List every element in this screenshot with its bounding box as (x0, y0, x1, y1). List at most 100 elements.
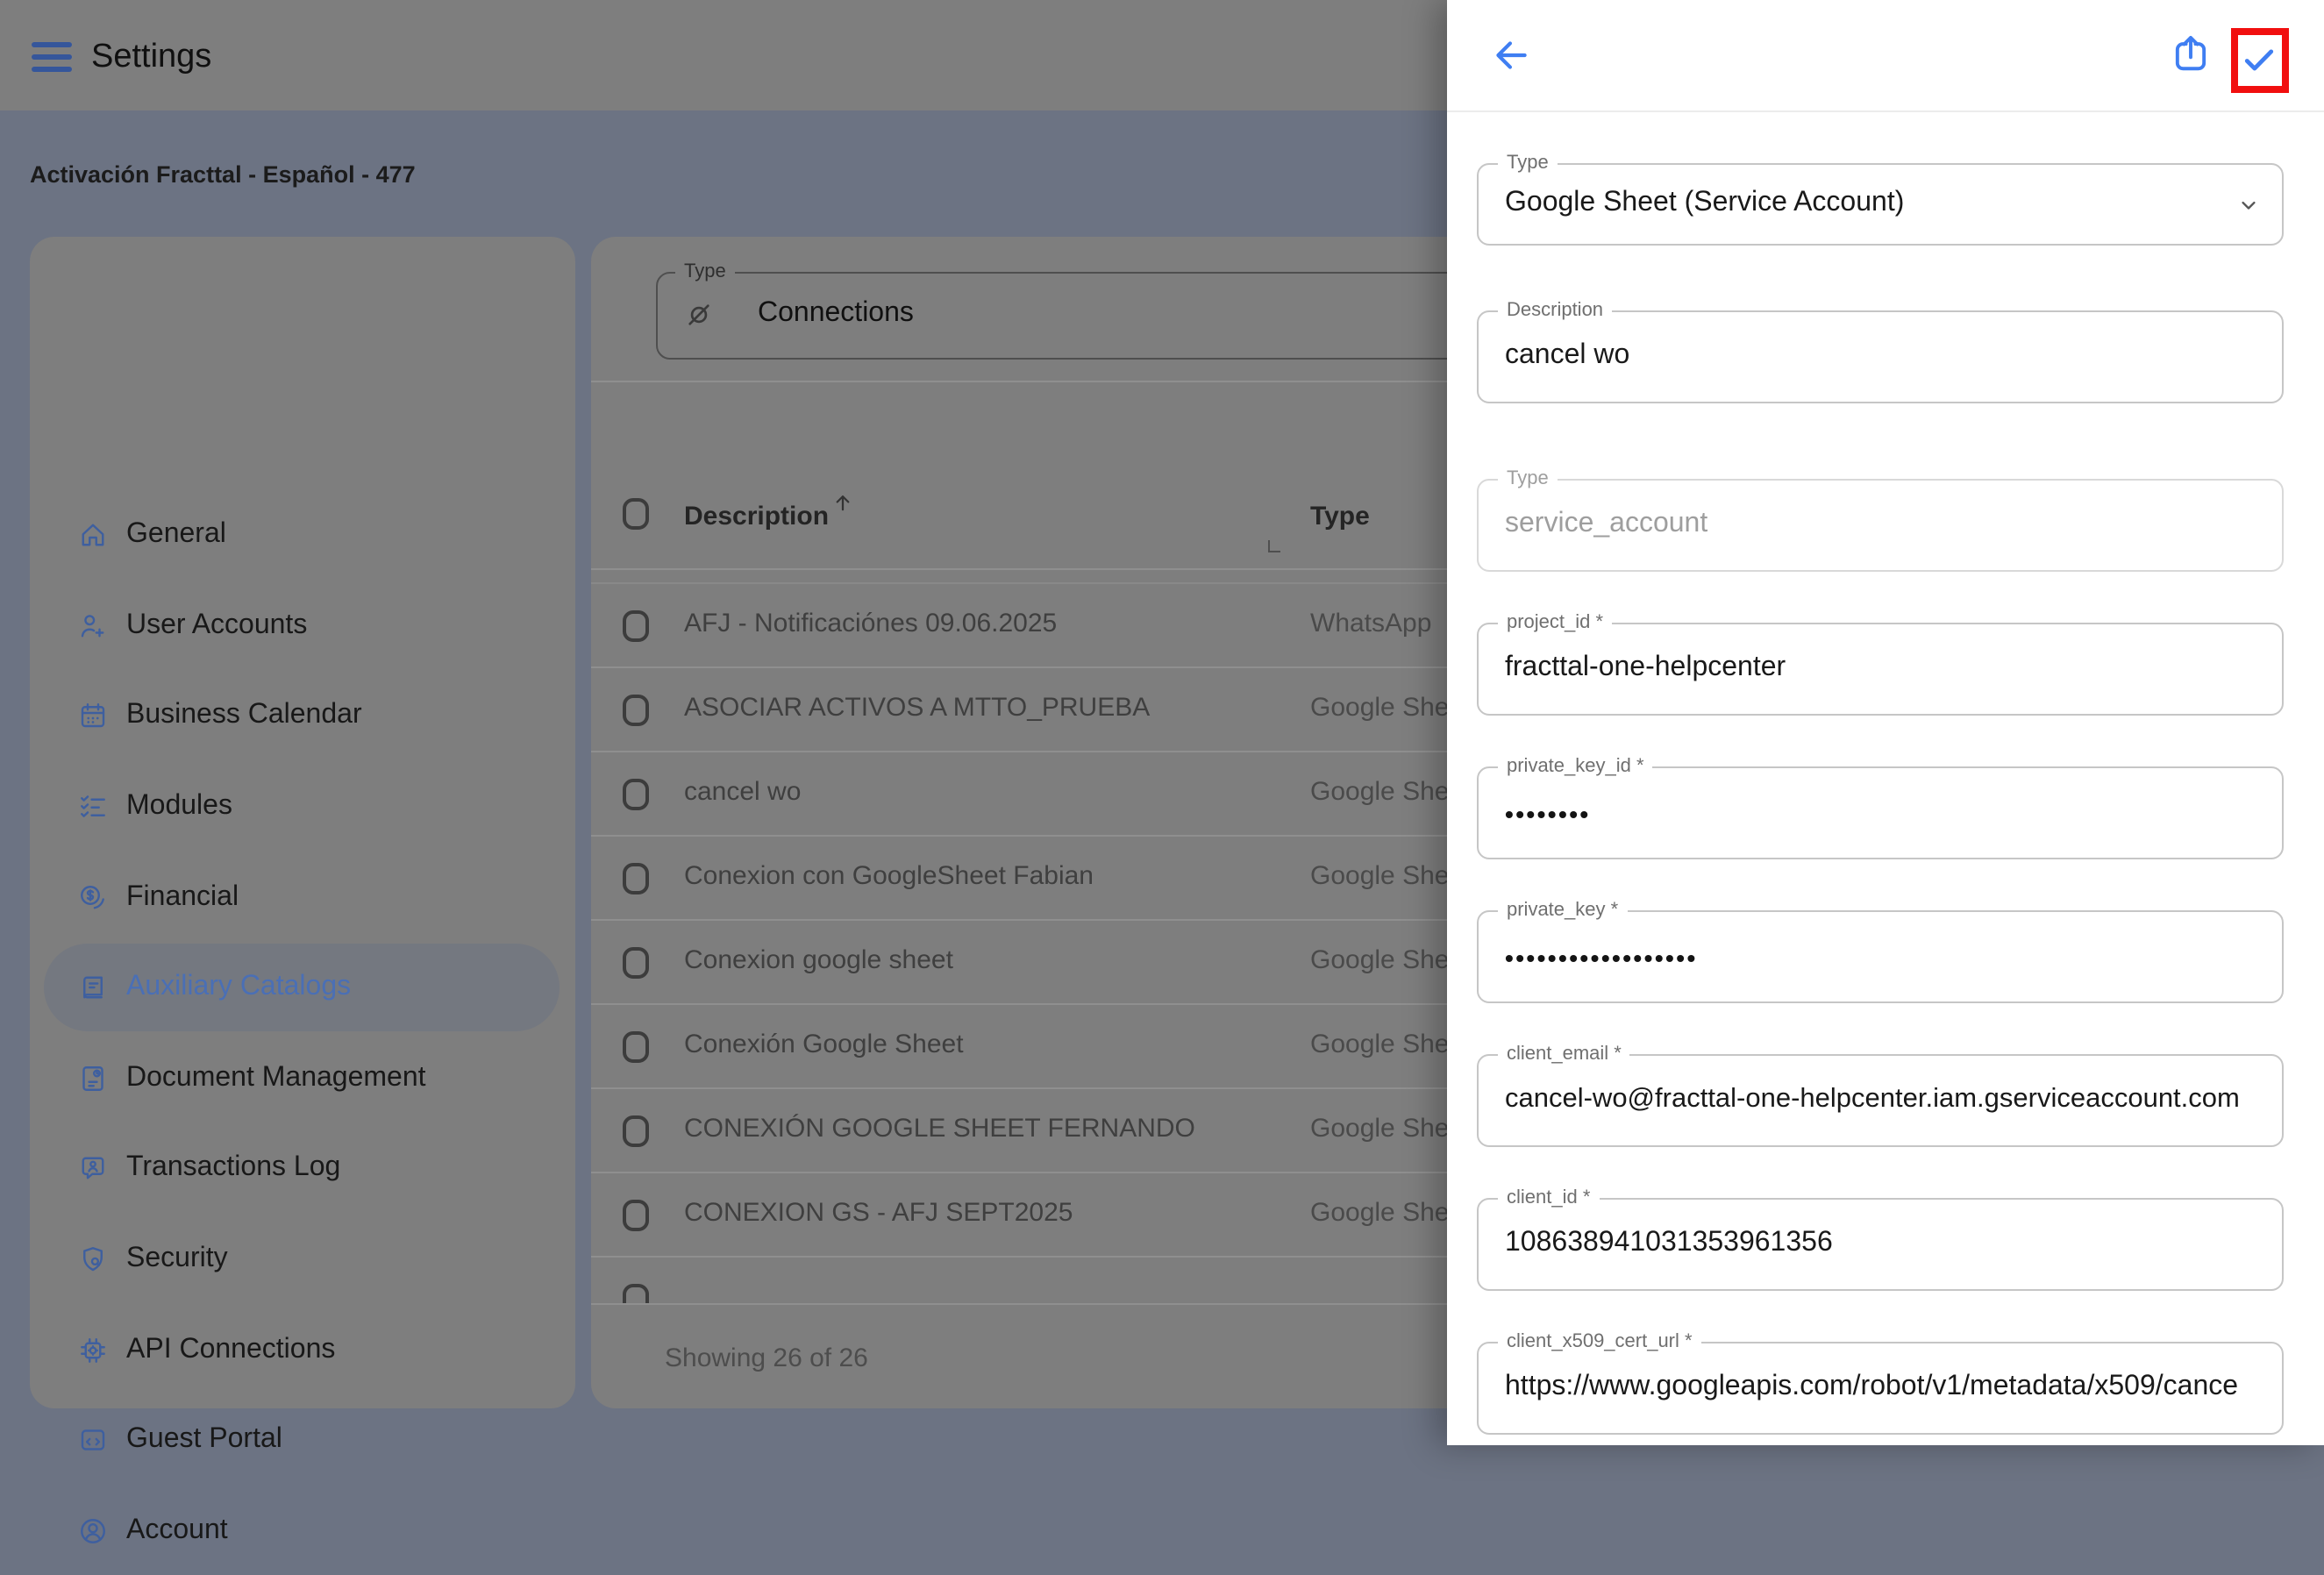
field-client-x509-cert-url[interactable]: client_x509_cert_url * https://www.googl… (1477, 1342, 2284, 1435)
connection-detail-drawer: Type Google Sheet (Service Account) Desc… (1447, 0, 2324, 1445)
page-title: Settings (91, 39, 211, 77)
field-label: private_key_id * (1498, 756, 1653, 777)
confirm-check-icon[interactable] (2236, 40, 2282, 79)
field-value: Google Sheet (Service Account) (1505, 187, 2256, 218)
row-type: Google Shee (1310, 777, 1464, 807)
row-checkbox[interactable] (623, 863, 649, 894)
document-icon (77, 1063, 109, 1094)
field-value: •••••••• (1505, 799, 2256, 827)
sidebar-item-account[interactable]: Account (44, 1487, 560, 1575)
field-type-select[interactable]: Type Google Sheet (Service Account) (1477, 163, 2284, 246)
field-value: fracttal-one-helpcenter (1505, 652, 2256, 683)
field-label: Description (1498, 300, 1612, 321)
row-checkbox[interactable] (623, 1200, 649, 1231)
field-value: 108638941031353961356 (1505, 1227, 2256, 1258)
row-type: Google Shee (1310, 693, 1464, 723)
field-label: private_key * (1498, 900, 1627, 921)
sidebar-item-transactions-log[interactable]: Transactions Log (44, 1125, 560, 1213)
sidebar-item-security[interactable]: Security (44, 1215, 560, 1303)
field-value: https://www.googleapis.com/robot/v1/meta… (1505, 1371, 2256, 1402)
column-resize-icon[interactable] (1268, 540, 1280, 552)
browser-icon (77, 1425, 109, 1457)
row-checkbox[interactable] (623, 947, 649, 979)
sidebar-item-user-accounts[interactable]: User Accounts (44, 581, 560, 669)
table-footer-count: Showing 26 of 26 (665, 1343, 868, 1373)
back-arrow-icon[interactable] (1489, 33, 1533, 77)
sidebar-item-business-calendar[interactable]: Business Calendar (44, 673, 560, 760)
field-client-email[interactable]: client_email * cancel-wo@fracttal-one-he… (1477, 1054, 2284, 1147)
field-private-key-id[interactable]: private_key_id * •••••••• (1477, 766, 2284, 859)
row-checkbox[interactable] (623, 779, 649, 810)
select-all-checkbox[interactable] (623, 498, 649, 530)
sidebar-item-label: General (126, 519, 226, 551)
sidebar-item-general[interactable]: General (44, 491, 560, 579)
person-icon (77, 1515, 109, 1547)
sidebar-item-api-connections[interactable]: API Connections (44, 1307, 560, 1394)
row-type: Google Shee (1310, 1198, 1464, 1228)
dollar-icon (77, 881, 109, 913)
field-label: Type (1498, 468, 1558, 489)
connections-icon (682, 298, 716, 331)
field-description[interactable]: Description cancel wo (1477, 310, 2284, 403)
book-icon (77, 972, 109, 1003)
row-checkbox[interactable] (623, 610, 649, 642)
row-type: Google Shee (1310, 1114, 1464, 1144)
row-description: CONEXION GS - AFJ SEPT2025 (684, 1198, 1073, 1228)
home-icon (77, 519, 109, 551)
sort-asc-icon[interactable] (830, 489, 856, 516)
row-type: Google Shee (1310, 1030, 1464, 1059)
sidebar-item-label: Document Management (126, 1063, 426, 1094)
sidebar-item-label: API Connections (126, 1335, 335, 1366)
field-value: •••••••••••••••••• (1505, 943, 2256, 971)
sidebar-item-document-management[interactable]: Document Management (44, 1035, 560, 1122)
field-project-id[interactable]: project_id * fracttal-one-helpcenter (1477, 623, 2284, 716)
type-filter-label: Type (675, 261, 735, 282)
sidebar-item-modules[interactable]: Modules (44, 763, 560, 851)
row-description: ASOCIAR ACTIVOS A MTTO_PRUEBA (684, 693, 1150, 723)
field-label: client_x509_cert_url * (1498, 1331, 1701, 1352)
row-checkbox-partial[interactable] (623, 1284, 649, 1305)
row-checkbox[interactable] (623, 695, 649, 726)
field-type-readonly: Type service_account (1477, 479, 2284, 572)
row-description: cancel wo (684, 777, 801, 807)
row-description: CONEXIÓN GOOGLE SHEET FERNANDO (684, 1114, 1195, 1144)
row-type: WhatsApp (1310, 609, 1431, 638)
field-label: Type (1498, 153, 1558, 174)
row-description: AFJ - Notificaciónes 09.06.2025 (684, 609, 1057, 638)
field-label: client_email * (1498, 1044, 1630, 1065)
field-label: project_id * (1498, 612, 1612, 633)
row-checkbox[interactable] (623, 1031, 649, 1063)
shield-icon (77, 1244, 109, 1275)
field-value: cancel wo (1505, 339, 2256, 371)
column-header-description[interactable]: Description (684, 502, 829, 531)
row-description: Conexión Google Sheet (684, 1030, 964, 1059)
drawer-toolbar (1447, 0, 2324, 112)
row-type: Google Shee (1310, 861, 1464, 891)
row-checkbox[interactable] (623, 1115, 649, 1147)
sidebar-item-label: Guest Portal (126, 1425, 282, 1457)
column-header-type[interactable]: Type (1310, 502, 1370, 531)
field-value: cancel-wo@fracttal-one-helpcenter.iam.gs… (1505, 1083, 2256, 1115)
screen: Settings Activación Fracttal - Español -… (0, 0, 2324, 1445)
sidebar-item-label: User Accounts (126, 609, 307, 641)
type-filter-select[interactable]: Type Connections (656, 272, 1533, 360)
field-value: service_account (1505, 508, 2256, 539)
share-export-icon[interactable] (2168, 32, 2214, 77)
sidebar-item-label: Security (126, 1244, 228, 1275)
sidebar-item-auxiliary-catalogs[interactable]: Auxiliary Catalogs (44, 944, 560, 1031)
field-client-id[interactable]: client_id * 108638941031353961356 (1477, 1198, 2284, 1291)
sidebar-item-financial[interactable]: Financial (44, 853, 560, 941)
chevron-down-icon (2236, 192, 2261, 217)
row-description: Conexion con GoogleSheet Fabian (684, 861, 1094, 891)
sidebar-item-label: Modules (126, 791, 232, 823)
breadcrumb: Activación Fracttal - Español - 477 (30, 161, 416, 188)
type-filter-value: Connections (758, 298, 914, 330)
field-private-key[interactable]: private_key * •••••••••••••••••• (1477, 910, 2284, 1003)
hamburger-menu-icon[interactable] (32, 42, 72, 72)
checklist-icon (77, 791, 109, 823)
row-type: Google Shee (1310, 945, 1464, 975)
sidebar-item-label: Transactions Log (126, 1153, 340, 1185)
sidebar-item-guest-portal[interactable]: Guest Portal (44, 1397, 560, 1485)
badge-icon (77, 1153, 109, 1185)
user-add-icon (77, 609, 109, 641)
